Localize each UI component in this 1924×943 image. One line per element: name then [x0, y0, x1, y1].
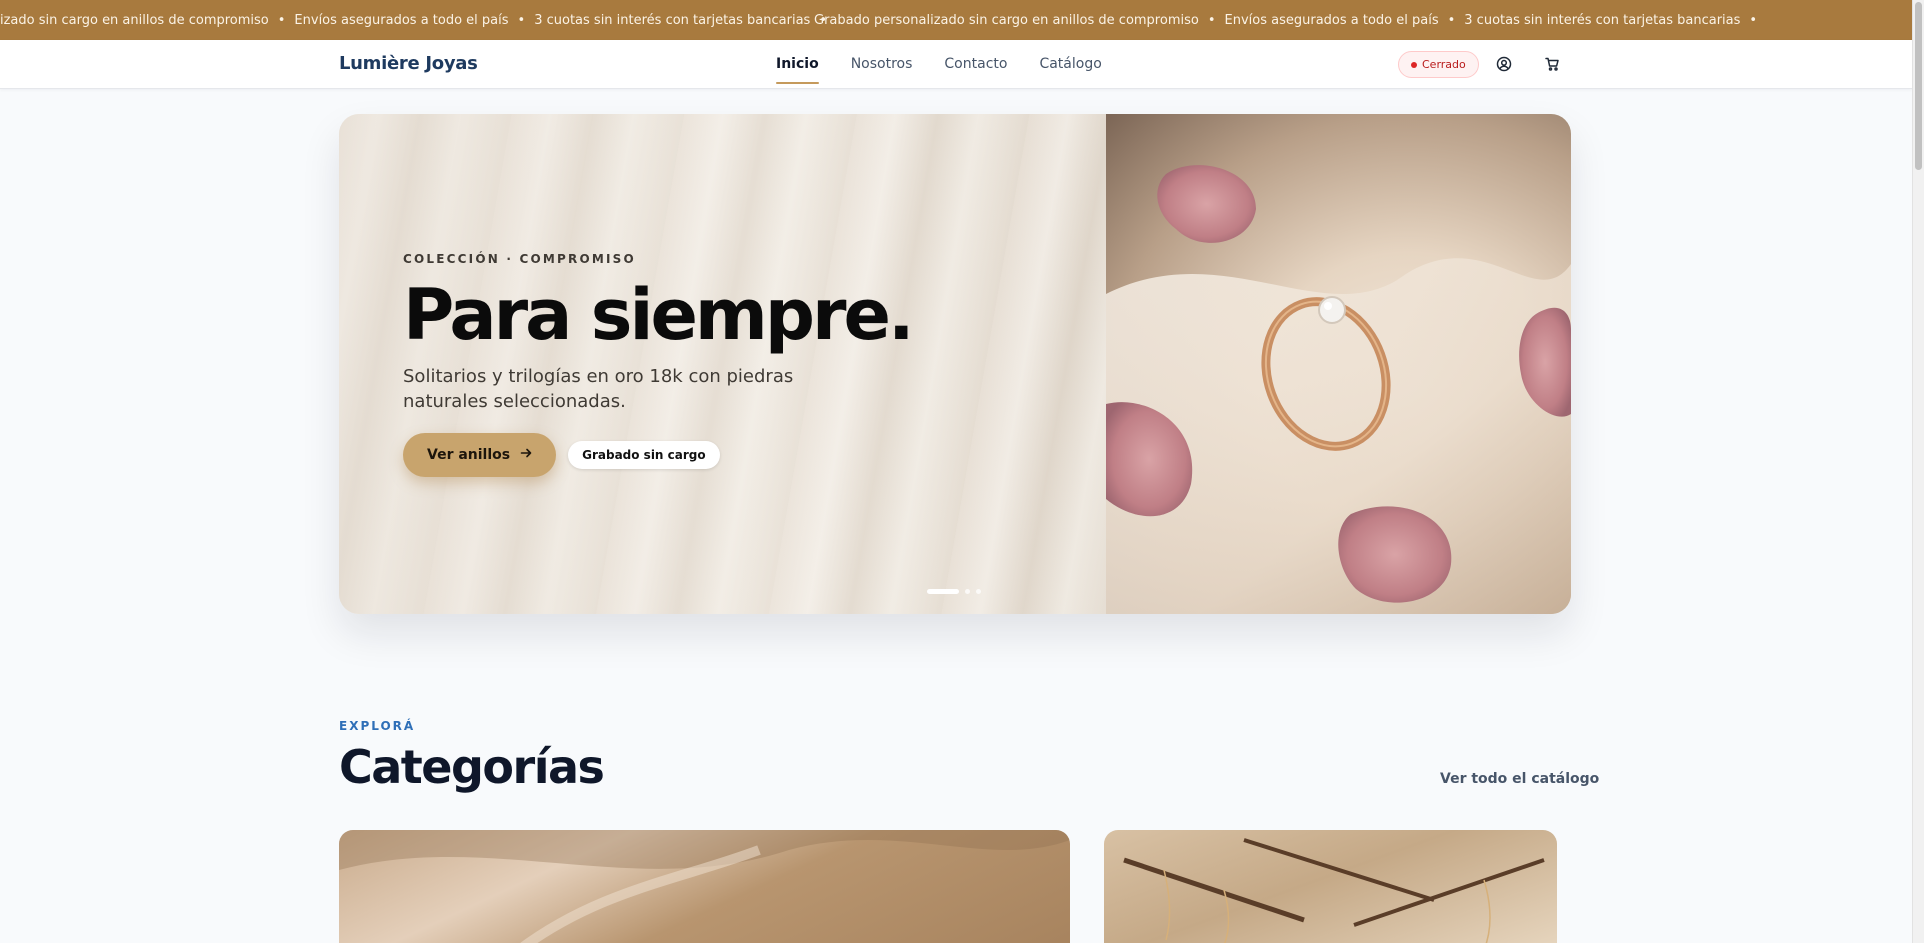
cart-icon[interactable] — [1541, 53, 1563, 75]
hero-text-block: COLECCIÓN · COMPROMISO Para siempre. Sol… — [403, 252, 923, 414]
announcement-item: 3 cuotas sin interés con tarjetas bancar… — [1464, 12, 1741, 28]
categories-title: Categorías — [339, 740, 605, 794]
category-card[interactable] — [339, 830, 1070, 943]
announcement-item: Envíos asegurados a todo el país — [294, 12, 509, 28]
nav-links: Inicio Nosotros Contacto Catálogo — [776, 40, 1134, 88]
main-navbar: Lumière Joyas Inicio Nosotros Contacto C… — [0, 40, 1912, 89]
announcement-separator: • — [1207, 12, 1216, 28]
carousel-dot-2[interactable] — [965, 589, 970, 594]
nav-link-contacto[interactable]: Contacto — [944, 40, 1007, 88]
carousel-dot-3[interactable] — [976, 589, 981, 594]
page-scrollbar[interactable] — [1912, 0, 1924, 943]
hero-ring-image — [1106, 114, 1571, 614]
carousel-dot-1[interactable] — [927, 589, 959, 594]
announcement-item: izado sin cargo en anillos de compromiso — [0, 12, 269, 28]
brand-logo[interactable]: Lumière Joyas — [339, 53, 478, 74]
store-status-label: Cerrado — [1422, 58, 1466, 71]
ver-anillos-button[interactable]: Ver anillos — [403, 433, 557, 477]
announcement-item: Grabado personalizado sin cargo en anill… — [814, 12, 1199, 28]
nav-link-catalogo[interactable]: Catálogo — [1039, 40, 1101, 88]
nav-link-inicio[interactable]: Inicio — [776, 40, 819, 88]
hero-title: Para siempre. — [403, 274, 915, 356]
announcement-separator: • — [517, 12, 526, 28]
hero-banner: COLECCIÓN · COMPROMISO Para siempre. Sol… — [339, 114, 1571, 614]
hero-eyebrow: COLECCIÓN · COMPROMISO — [403, 252, 636, 266]
grabado-sin-cargo-button[interactable]: Grabado sin cargo — [568, 441, 720, 469]
user-circle-icon[interactable] — [1493, 53, 1515, 75]
category-image — [1123, 838, 1545, 943]
categories-eyebrow: EXPLORÁ — [339, 719, 416, 733]
category-image — [339, 830, 1070, 943]
arrow-right-icon — [520, 447, 532, 463]
announcement-track-1: izado sin cargo en anillos de compromiso… — [0, 0, 836, 40]
store-status-badge: Cerrado — [1398, 51, 1479, 78]
announcement-bar: izado sin cargo en anillos de compromiso… — [0, 0, 1912, 40]
nav-link-nosotros[interactable]: Nosotros — [851, 40, 913, 88]
announcement-item: Envíos asegurados a todo el país — [1224, 12, 1439, 28]
announcement-separator: • — [1447, 12, 1456, 28]
announcement-separator: • — [277, 12, 286, 28]
carousel-indicators — [927, 589, 987, 594]
hero-subtitle: Solitarios y trilogías en oro 18k con pi… — [403, 366, 794, 412]
ver-anillos-label: Ver anillos — [427, 447, 511, 463]
hero-cta-group: Ver anillos Grabado sin cargo — [403, 433, 720, 477]
announcement-separator: • — [1749, 12, 1758, 28]
view-all-catalog-link[interactable]: Ver todo el catálogo — [1440, 771, 1599, 787]
status-dot-icon — [1411, 61, 1417, 68]
announcement-item: 3 cuotas sin interés con tarjetas bancar… — [534, 12, 811, 28]
category-card[interactable] — [1104, 830, 1557, 943]
scrollbar-thumb[interactable] — [1915, 2, 1922, 170]
announcement-track-2: Grabado personalizado sin cargo en anill… — [814, 0, 1766, 40]
